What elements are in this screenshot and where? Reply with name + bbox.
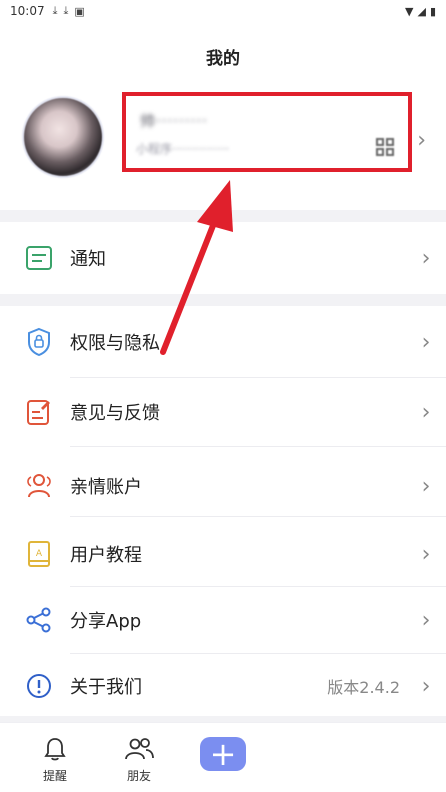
- status-right: ▼ ◢ ▮: [405, 5, 436, 18]
- qr-code-icon[interactable]: [376, 138, 394, 156]
- profile-name: 帅·········: [140, 112, 208, 130]
- menu-item-family[interactable]: 亲情账户 ›: [0, 452, 446, 520]
- avatar[interactable]: [22, 96, 104, 178]
- wifi-icon: ▼: [405, 4, 414, 18]
- signal-icon: ◢: [417, 4, 426, 18]
- menu-item-permission[interactable]: 权限与隐私 ›: [0, 308, 446, 376]
- row-separator: [70, 446, 446, 447]
- chevron-right-icon: ›: [421, 673, 431, 699]
- section-divider: [0, 210, 446, 222]
- download-icon: ⤓: [63, 4, 69, 17]
- status-bar: 10:07 ⤓ ⤓ ▣ ▼ ◢ ▮: [0, 0, 446, 22]
- menu-item-share[interactable]: 分享App ›: [0, 586, 446, 654]
- menu-label-about: 关于我们: [70, 677, 142, 698]
- svg-text:A: A: [36, 549, 43, 559]
- menu-label-share: 分享App: [70, 611, 142, 632]
- add-button[interactable]: +: [200, 737, 246, 771]
- section-divider: [0, 294, 446, 306]
- menu-item-notify[interactable]: 通知 ›: [0, 224, 446, 292]
- shield-lock-icon: [24, 327, 54, 357]
- version-text: 版本2.4.2: [327, 678, 400, 697]
- row-separator: [70, 516, 446, 517]
- chevron-right-icon: ›: [421, 399, 431, 425]
- image-icon: ▣: [74, 4, 85, 18]
- chevron-right-icon: ›: [421, 329, 431, 355]
- nav-item-friends[interactable]: 朋友: [109, 735, 169, 784]
- plus-icon: +: [209, 735, 237, 773]
- menu-label-tutorial: 用户教程: [70, 545, 142, 566]
- chevron-right-icon: ›: [421, 245, 431, 271]
- bottom-nav: 提醒 朋友 +: [0, 722, 446, 792]
- status-time: 10:07: [10, 4, 45, 18]
- bell-icon: [25, 735, 85, 763]
- menu-label-notify: 通知: [70, 249, 106, 270]
- share-icon: [24, 605, 54, 635]
- chevron-right-icon: ›: [421, 541, 431, 567]
- profile-subtitle: 小程序···············: [136, 142, 230, 156]
- feedback-icon: [24, 397, 54, 427]
- tutorial-book-icon: A: [24, 539, 54, 569]
- friends-icon: [109, 735, 169, 763]
- menu-label-permission: 权限与隐私: [70, 333, 160, 354]
- notify-icon: [24, 243, 54, 273]
- nav-label-remind: 提醒: [42, 769, 67, 783]
- chevron-right-icon: ›: [421, 607, 431, 633]
- info-icon: [24, 671, 54, 701]
- page-title: 我的: [206, 49, 240, 69]
- nav-label-friends: 朋友: [126, 769, 151, 783]
- menu-label-feedback: 意见与反馈: [70, 403, 160, 424]
- nav-item-remind[interactable]: 提醒: [25, 735, 85, 784]
- chevron-right-icon[interactable]: ›: [417, 128, 426, 153]
- menu-label-family: 亲情账户: [70, 477, 142, 498]
- download-icon: ⤓: [52, 4, 58, 17]
- menu-item-about[interactable]: 关于我们 版本2.4.2 ›: [0, 652, 446, 720]
- chevron-right-icon: ›: [421, 473, 431, 499]
- profile-section[interactable]: 帅········· 小程序··············· ›: [0, 90, 446, 200]
- profile-info-highlight[interactable]: 帅········· 小程序···············: [122, 92, 412, 172]
- battery-icon: ▮: [429, 4, 436, 18]
- menu-item-feedback[interactable]: 意见与反馈 ›: [0, 378, 446, 446]
- family-icon: [24, 471, 54, 501]
- menu-item-tutorial[interactable]: A 用户教程 ›: [0, 520, 446, 588]
